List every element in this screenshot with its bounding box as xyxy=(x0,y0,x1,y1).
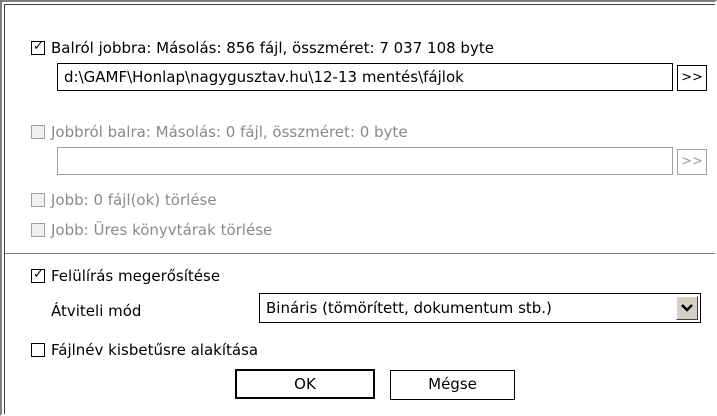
right-delete-files-label: Jobb: 0 fájl(ok) törlése xyxy=(51,191,217,209)
sync-options-dialog: ✓ Balról jobbra: Másolás: 856 fájl, össz… xyxy=(0,0,717,416)
right-delete-empty-dirs-row: Jobb: Üres könyvtárak törlése xyxy=(31,221,272,239)
check-icon: ✓ xyxy=(33,39,44,54)
confirm-overwrite-label: Felülírás megerősítése xyxy=(51,267,221,285)
section-divider-highlight xyxy=(5,254,715,255)
left-to-right-label: Balról jobbra: Másolás: 856 fájl, összmé… xyxy=(51,39,494,57)
lowercase-filenames-label: Fájlnév kisbetűsre alakítása xyxy=(51,341,259,359)
dialog-content: ✓ Balról jobbra: Másolás: 856 fájl, össz… xyxy=(4,4,715,414)
left-to-right-path-input[interactable]: d:\GAMF\Honlap\nagygusztav.hu\12-13 ment… xyxy=(57,63,673,91)
confirm-overwrite-row: ✓ Felülírás megerősítése xyxy=(31,267,220,285)
chevron-down-icon[interactable] xyxy=(676,296,698,320)
check-icon: ✓ xyxy=(33,267,44,282)
right-delete-files-checkbox[interactable] xyxy=(31,193,45,207)
right-to-left-label: Jobbról balra: Másolás: 0 fájl, összmére… xyxy=(51,123,408,141)
right-to-left-path-input[interactable] xyxy=(57,147,673,175)
ok-button[interactable]: OK xyxy=(235,369,375,399)
right-to-left-checkbox[interactable] xyxy=(31,125,45,139)
right-delete-empty-dirs-checkbox[interactable] xyxy=(31,223,45,237)
transfer-mode-select[interactable]: Bináris (tömörített, dokumentum stb.) xyxy=(259,293,701,323)
cancel-button[interactable]: Mégse xyxy=(390,370,515,400)
transfer-mode-value: Bináris (tömörített, dokumentum stb.) xyxy=(266,299,552,317)
lowercase-filenames-row: Fájlnév kisbetűsre alakítása xyxy=(31,341,258,359)
confirm-overwrite-checkbox[interactable]: ✓ xyxy=(31,267,45,283)
left-to-right-row: ✓ Balról jobbra: Másolás: 856 fájl, össz… xyxy=(31,39,494,57)
transfer-mode-row: Átviteli mód xyxy=(51,302,141,320)
right-to-left-browse-button[interactable]: >> xyxy=(677,149,707,175)
right-delete-empty-dirs-label: Jobb: Üres könyvtárak törlése xyxy=(51,221,273,239)
left-to-right-browse-button[interactable]: >> xyxy=(677,65,707,91)
lowercase-filenames-checkbox[interactable] xyxy=(31,343,45,357)
transfer-mode-label: Átviteli mód xyxy=(51,302,142,320)
right-to-left-row: Jobbról balra: Másolás: 0 fájl, összmére… xyxy=(31,123,408,141)
left-to-right-checkbox[interactable]: ✓ xyxy=(31,39,45,55)
right-delete-files-row: Jobb: 0 fájl(ok) törlése xyxy=(31,191,217,209)
